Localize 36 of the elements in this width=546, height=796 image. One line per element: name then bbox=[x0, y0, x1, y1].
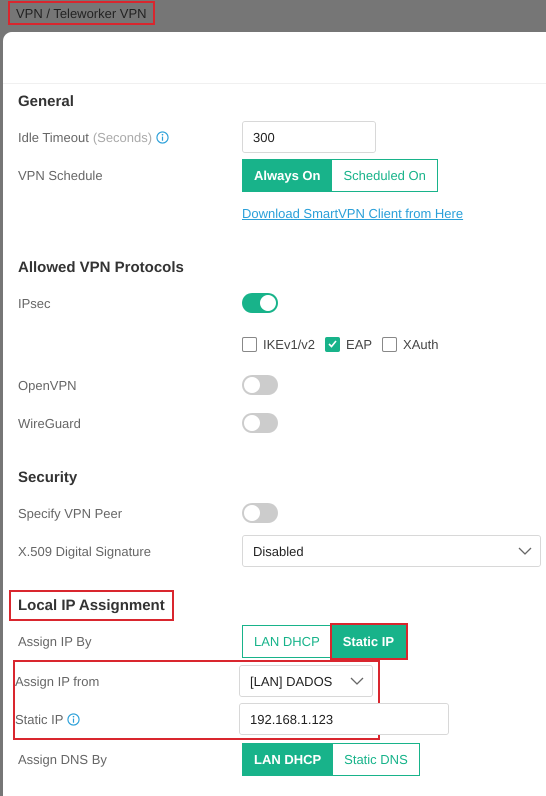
field-label: OpenVPN bbox=[18, 378, 77, 392]
checkbox[interactable] bbox=[325, 336, 340, 352]
section-heading: Local IP Assignment bbox=[9, 590, 174, 620]
field-label: VPN Schedule bbox=[18, 168, 103, 182]
toggle-switch[interactable] bbox=[242, 503, 278, 523]
checkbox[interactable] bbox=[382, 336, 398, 352]
section-heading: General bbox=[17, 92, 75, 112]
text-field[interactable]: 300 bbox=[242, 121, 376, 153]
toggle-switch[interactable] bbox=[242, 293, 278, 313]
section-heading: Allowed VPN Protocols bbox=[17, 258, 185, 278]
info-icon[interactable] bbox=[67, 712, 80, 726]
checkbox-label[interactable]: IKEv1/v2 bbox=[263, 336, 316, 352]
field-label: IPsec bbox=[18, 296, 51, 310]
section-heading: Security bbox=[17, 468, 78, 488]
field-label: Static IP bbox=[15, 712, 64, 726]
checkbox-label[interactable]: EAP bbox=[346, 336, 372, 352]
field-label: X.509 Digital Signature bbox=[18, 544, 151, 558]
checkbox-label[interactable]: XAuth bbox=[403, 336, 438, 352]
field-label: WireGuard bbox=[18, 416, 81, 430]
toggle-switch[interactable] bbox=[242, 413, 278, 433]
text-field[interactable]: 192.168.1.123 bbox=[239, 703, 449, 735]
checkmark-icon bbox=[328, 340, 338, 348]
dropdown[interactable]: [LAN] DADOS bbox=[239, 665, 373, 697]
field-label: Assign IP By bbox=[18, 634, 92, 648]
field-label: Assign DNS By bbox=[18, 752, 107, 766]
checkbox[interactable] bbox=[242, 336, 257, 352]
chevron-down-icon bbox=[518, 547, 532, 555]
dropdown[interactable]: Disabled bbox=[242, 535, 541, 567]
unit-hint: (Seconds) bbox=[92, 130, 152, 144]
chevron-down-icon bbox=[350, 677, 364, 685]
info-icon[interactable] bbox=[156, 130, 170, 144]
field-label: Specify VPN Peer bbox=[18, 506, 122, 520]
field-label: Assign IP from bbox=[15, 674, 100, 688]
page-title: VPN / Teleworker VPN bbox=[8, 1, 155, 25]
toggle-switch[interactable] bbox=[242, 375, 278, 395]
field-label: Idle Timeout bbox=[18, 130, 89, 144]
